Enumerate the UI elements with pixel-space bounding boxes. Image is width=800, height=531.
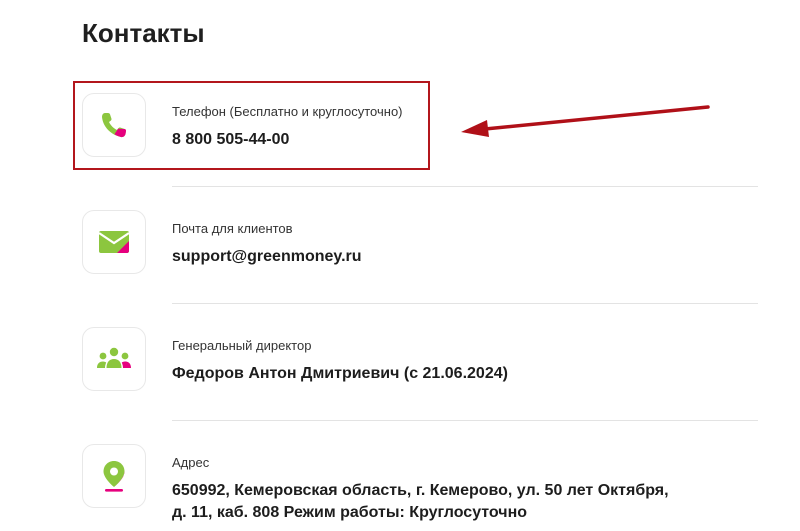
annotation-arrow	[461, 105, 710, 137]
email-link[interactable]: support@greenmoney.ru	[172, 246, 362, 268]
director-label: Генеральный директор	[172, 338, 312, 353]
contact-item-address: Адрес 650992, Кемеровская область, г. Ке…	[82, 444, 758, 531]
address-value: 650992, Кемеровская область, г. Кемерово…	[172, 482, 669, 521]
director-name: Федоров Антон Дмитриевич (с 21.06.2024)	[172, 365, 508, 382]
location-pin-icon	[103, 461, 125, 492]
address-label: Адрес	[172, 455, 210, 470]
mail-icon-box	[82, 210, 146, 274]
page-title: Контакты	[82, 18, 205, 48]
divider	[172, 420, 758, 421]
contact-item-email: Почта для клиентов support@greenmoney.ru	[82, 210, 758, 278]
divider	[172, 186, 758, 187]
people-icon-box	[82, 327, 146, 391]
email-label: Почта для клиентов	[172, 221, 293, 236]
location-icon-box	[82, 444, 146, 508]
divider	[172, 303, 758, 304]
mail-icon	[98, 231, 130, 253]
highlight-box	[73, 81, 430, 170]
people-icon	[97, 347, 131, 370]
contact-item-director: Генеральный директор Федоров Антон Дмитр…	[82, 327, 758, 395]
